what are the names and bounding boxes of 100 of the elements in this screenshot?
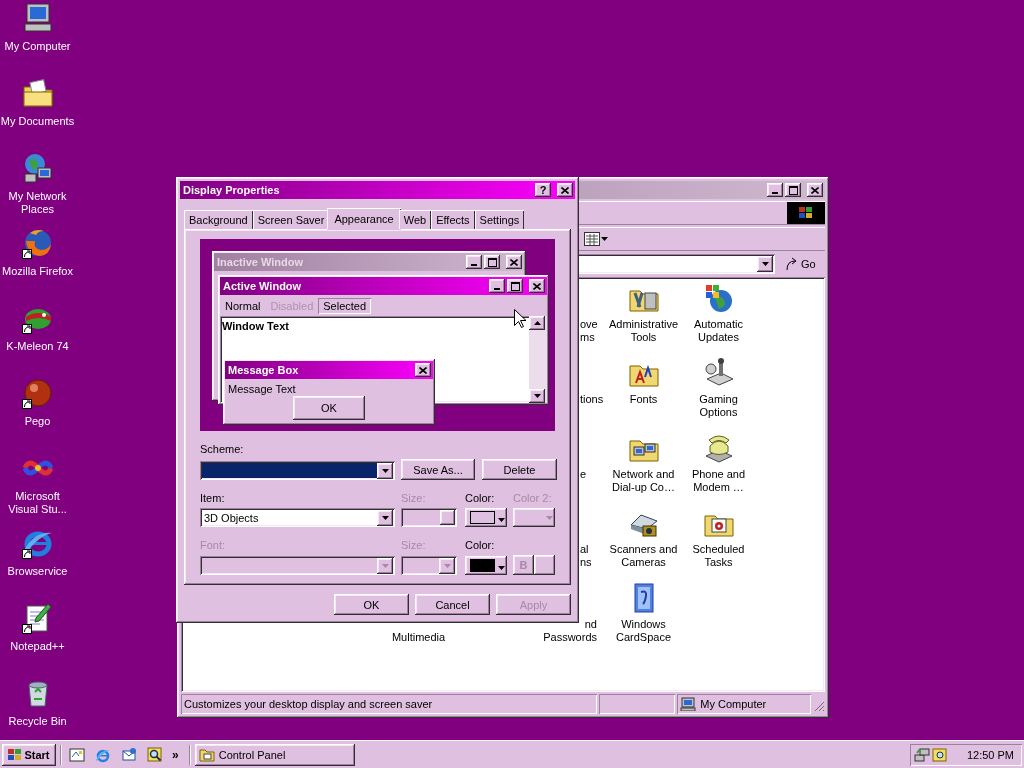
item-label[interactable]: Administrative Tools	[606, 318, 681, 344]
desktop-icon-label[interactable]: Recycle Bin	[0, 715, 75, 728]
window-title: Message Box	[228, 364, 300, 376]
close-button[interactable]	[529, 279, 545, 293]
item-label[interactable]: Gaming Options	[681, 393, 756, 419]
chevron-button[interactable]: »	[172, 747, 179, 762]
desktop-icon-label[interactable]: My Documents	[0, 115, 75, 128]
caret-icon	[546, 515, 553, 520]
up-arrow-icon	[533, 321, 541, 325]
dropdown-button[interactable]	[377, 462, 393, 479]
views-button[interactable]	[584, 232, 608, 246]
maximize-icon	[487, 257, 497, 267]
resize-grip-icon[interactable]	[813, 700, 825, 712]
go-arrow-icon	[785, 257, 799, 271]
size-dropdown[interactable]	[401, 556, 457, 575]
folder-icon	[198, 747, 215, 762]
item-label[interactable]: Fonts	[606, 393, 681, 406]
windows-logo-icon	[787, 202, 825, 224]
italic-button[interactable]	[534, 555, 555, 575]
status-location: My Computer	[677, 694, 812, 714]
caret-icon	[381, 515, 389, 520]
desktop-icon-label[interactable]: K-Meleon 74	[0, 340, 75, 353]
item-label[interactable]: tions	[580, 393, 604, 406]
close-icon	[561, 186, 569, 194]
close-icon	[811, 186, 819, 194]
desktop-icon-label[interactable]: Notepad++	[0, 640, 75, 653]
close-icon	[510, 258, 518, 266]
item-label[interactable]: Automatic Updates	[681, 318, 756, 344]
font-label: Font:	[200, 539, 227, 552]
tab[interactable]: Web	[398, 210, 432, 229]
color-label: Color:	[465, 539, 496, 552]
font-dropdown[interactable]	[200, 556, 395, 575]
caret-icon	[498, 565, 505, 570]
tab[interactable]: Settings	[474, 210, 525, 229]
menu-item[interactable]: Normal	[220, 297, 266, 314]
folder-icon	[21, 77, 54, 109]
maximize-button[interactable]	[507, 279, 523, 293]
desktop-icon-label[interactable]: My Network Places	[0, 190, 75, 216]
caret-icon	[498, 517, 505, 522]
tab[interactable]: Effects	[431, 210, 475, 229]
ok-button[interactable]: OK	[293, 396, 365, 420]
color-label: Color:	[465, 492, 496, 505]
minimize-button[interactable]	[489, 279, 505, 293]
dialog-button[interactable]: OK	[334, 594, 409, 615]
search-tray-icon[interactable]	[932, 746, 948, 763]
desktop-icon-label[interactable]: Browservice	[0, 565, 75, 578]
item-label: Item:	[200, 492, 226, 505]
item-label[interactable]: Multimedia	[391, 631, 446, 644]
go-button[interactable]: Go	[781, 254, 820, 274]
color-button[interactable]	[465, 556, 507, 575]
caret-icon	[381, 468, 389, 473]
desktop-icon-label[interactable]: Mozilla Firefox	[0, 265, 75, 278]
windows-flag-icon	[8, 748, 23, 761]
item-label[interactable]: Scanners and Cameras	[606, 543, 681, 569]
tab[interactable]: Background	[184, 210, 253, 229]
network-tray-icon[interactable]	[914, 746, 930, 763]
item-label[interactable]: Network and Dial-up Co…	[606, 468, 681, 494]
item-label[interactable]: Windows CardSpace	[606, 618, 681, 644]
scrollbar[interactable]	[529, 316, 547, 403]
item-label[interactable]: nd Passwords	[543, 618, 597, 644]
start-button[interactable]: Start	[2, 743, 56, 766]
clock: 12:50 PM	[966, 748, 1015, 761]
color-button[interactable]	[465, 508, 507, 527]
size-spinner[interactable]	[401, 508, 457, 527]
computer-icon	[21, 2, 54, 34]
dialog-button[interactable]: Cancel	[415, 594, 490, 615]
window-title: Display Properties	[183, 184, 281, 196]
menu-item[interactable]: Selected	[318, 297, 372, 314]
item-label[interactable]: Scheduled Tasks	[681, 543, 756, 569]
item-label[interactable]: al ns	[580, 543, 592, 569]
window-title: Inactive Window	[217, 256, 305, 268]
save-as-button[interactable]: Save As...	[401, 459, 475, 480]
maximize-icon	[510, 281, 520, 291]
mail-icon[interactable]	[121, 746, 137, 763]
status-text: Customizes your desktop display and screen saver	[181, 694, 598, 714]
desktop-icon-label[interactable]: Microsoft Visual Stu...	[0, 490, 75, 516]
item-label[interactable]: e	[580, 468, 587, 481]
color-2-button[interactable]	[513, 508, 555, 527]
item-label[interactable]: Phone and Modem …	[681, 468, 756, 494]
tab[interactable]: Appearance	[327, 208, 401, 229]
item-dropdown[interactable]: 3D Objects	[200, 508, 395, 527]
caret-icon	[601, 237, 608, 241]
dropdown-button[interactable]	[377, 557, 393, 574]
close-button[interactable]	[557, 183, 573, 197]
tab[interactable]: Screen Saver	[252, 210, 330, 229]
close-button[interactable]	[415, 363, 431, 377]
address-dropdown-button[interactable]	[757, 256, 773, 272]
dropdown-button[interactable]	[377, 509, 393, 526]
help-button[interactable]: ?	[535, 183, 551, 197]
caret-icon	[443, 563, 451, 568]
desktop-icon[interactable]	[69, 746, 85, 763]
caret-icon	[761, 262, 769, 266]
scheme-dropdown[interactable]	[200, 461, 395, 480]
delete-button[interactable]: Delete	[482, 459, 557, 480]
item-label[interactable]: ove ms	[580, 318, 598, 344]
desktop-icon-label[interactable]: Pego	[0, 415, 75, 428]
taskbar-button[interactable]: Control Panel	[194, 743, 355, 766]
dropdown-button[interactable]	[439, 557, 455, 574]
desktop-icon-label[interactable]: My Computer	[0, 40, 75, 53]
search-icon[interactable]	[147, 746, 163, 763]
